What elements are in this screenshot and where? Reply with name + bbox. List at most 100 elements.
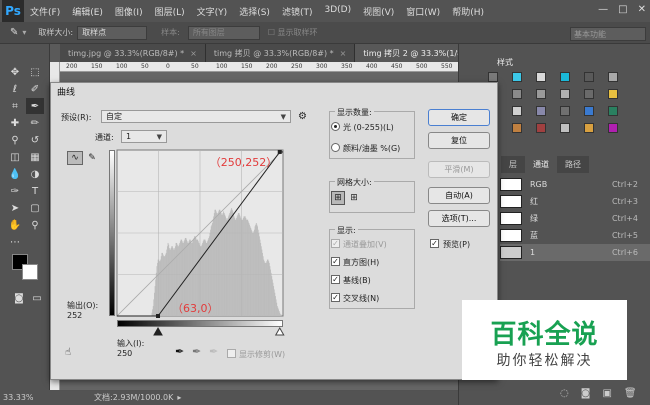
style-swatch[interactable] [512, 89, 522, 99]
close-window-button[interactable]: ✕ [638, 4, 646, 15]
curve-point-tool-icon[interactable]: ∿ [67, 151, 83, 165]
menu-item-9[interactable]: 窗口(W) [400, 5, 446, 18]
style-swatch[interactable] [536, 89, 546, 99]
white-eyedropper-icon[interactable]: ✒ [209, 345, 218, 358]
channel-row[interactable]: 红 Ctrl+3 [500, 193, 650, 210]
gradient-tool-icon[interactable]: ▦ [26, 149, 44, 165]
menu-item-1[interactable]: 编辑(E) [66, 5, 109, 18]
display-option-checkbox[interactable]: ✓ [331, 293, 340, 302]
lasso-tool-icon[interactable]: ℓ [6, 81, 24, 97]
sample-size-select[interactable]: 取样点 [77, 25, 148, 40]
style-swatch[interactable] [512, 106, 522, 116]
style-swatch[interactable] [608, 123, 618, 133]
channel-row[interactable]: 蓝 Ctrl+5 [500, 227, 650, 244]
save-selection-icon[interactable]: ◙ [581, 388, 591, 399]
path-select-icon[interactable]: ➤ [6, 200, 24, 216]
close-tab-icon[interactable]: × [340, 49, 347, 58]
minimize-button[interactable]: — [598, 4, 608, 15]
tab-channels-1[interactable]: 通道 [525, 156, 557, 173]
marquee-tool-icon[interactable]: ⬚ [26, 64, 44, 80]
tool-preset-dropdown-icon[interactable]: ▾ [22, 28, 26, 37]
style-swatch[interactable] [560, 106, 570, 116]
detailed-grid-icon[interactable]: ⊞ [347, 191, 361, 205]
output-value[interactable]: 252 [67, 311, 82, 320]
style-swatch[interactable] [536, 106, 546, 116]
black-eyedropper-icon[interactable]: ✒ [175, 345, 184, 358]
blur-tool-icon[interactable]: 💧 [6, 166, 24, 182]
style-swatch[interactable] [560, 89, 570, 99]
style-swatch[interactable] [512, 72, 522, 82]
load-channel-selection-icon[interactable]: ◌ [560, 388, 569, 399]
tab-channels-2[interactable]: 路径 [557, 156, 589, 173]
menu-item-5[interactable]: 选择(S) [233, 5, 276, 18]
style-swatch[interactable] [560, 72, 570, 82]
options-button[interactable]: 选项(T)... [428, 210, 490, 227]
shape-tool-icon[interactable]: ▢ [26, 200, 44, 216]
pencil-tool-icon[interactable]: ✎ [85, 151, 99, 165]
status-arrow-icon[interactable]: ▸ [177, 393, 181, 402]
document-tab-1[interactable]: timg 拷贝 @ 33.3%(RGB/8#) * × [205, 44, 356, 62]
style-swatch[interactable] [536, 123, 546, 133]
new-channel-icon[interactable]: ▣ [602, 388, 611, 399]
eyedropper-tool-icon[interactable]: ✒ [26, 98, 44, 114]
auto-button[interactable]: 自动(A) [428, 187, 490, 204]
style-swatch[interactable] [608, 72, 618, 82]
style-swatch[interactable] [608, 106, 618, 116]
tab-styles[interactable]: 样式 [489, 54, 521, 71]
style-swatch[interactable] [488, 72, 498, 82]
delete-channel-icon[interactable]: 🗑 [624, 388, 637, 399]
menu-item-3[interactable]: 图层(L) [149, 5, 191, 18]
smooth-button[interactable]: 平滑(M) [428, 161, 490, 178]
style-swatch[interactable] [584, 72, 594, 82]
zoom-level[interactable]: 33.33% [0, 390, 50, 405]
gray-eyedropper-icon[interactable]: ✒ [192, 345, 201, 358]
history-brush-icon[interactable]: ↺ [26, 132, 44, 148]
light-radio[interactable] [331, 122, 340, 131]
white-point-slider[interactable] [274, 327, 285, 336]
curve-control-point[interactable] [277, 149, 282, 154]
channel-row[interactable]: RGB Ctrl+2 [500, 176, 650, 193]
display-option-checkbox[interactable]: ✓ [331, 275, 340, 284]
style-swatch[interactable] [512, 123, 522, 133]
preview-checkbox[interactable]: ✓ [430, 239, 439, 248]
pigment-radio[interactable] [331, 143, 340, 152]
zoom-tool-icon[interactable]: ⚲ [26, 217, 44, 233]
style-swatch[interactable] [608, 89, 618, 99]
eraser-tool-icon[interactable]: ◫ [6, 149, 24, 165]
healing-brush-icon[interactable]: ✚ [6, 115, 24, 131]
show-clipping-checkbox[interactable] [227, 349, 236, 358]
quick-select-tool-icon[interactable]: ✐ [26, 81, 44, 97]
channel-select[interactable]: 1 ▼ [121, 130, 167, 143]
channel-row[interactable]: 绿 Ctrl+4 [500, 210, 650, 227]
document-tab-0[interactable]: timg.jpg @ 33.3%(RGB/8#) * × [60, 44, 206, 62]
eyedropper-tool-icon[interactable]: ✎ [10, 27, 18, 38]
quick-mask-icon[interactable]: ◙ [10, 290, 28, 306]
target-adjust-hand-icon[interactable]: ☝ [65, 347, 71, 358]
style-swatch[interactable] [584, 89, 594, 99]
input-value[interactable]: 250 [117, 349, 132, 358]
style-swatch[interactable] [560, 123, 570, 133]
sample-select[interactable]: 所有图层 [187, 25, 260, 40]
display-option-checkbox[interactable]: ✓ [331, 239, 340, 248]
menu-item-10[interactable]: 帮助(H) [446, 5, 490, 18]
stamp-tool-icon[interactable]: ⚲ [6, 132, 24, 148]
dodge-tool-icon[interactable]: ◑ [26, 166, 44, 182]
pen-tool-icon[interactable]: ✑ [6, 183, 24, 199]
hand-tool-icon[interactable]: ✋ [6, 217, 24, 233]
move-tool-icon[interactable]: ✥ [6, 64, 24, 80]
close-tab-icon[interactable]: × [190, 49, 197, 58]
crop-tool-icon[interactable]: ⌗ [6, 98, 24, 114]
curve-control-point[interactable] [156, 314, 161, 318]
menu-item-8[interactable]: 视图(V) [357, 5, 400, 18]
preset-options-gear-icon[interactable]: ⚙ [298, 111, 307, 122]
channel-row[interactable]: 1 Ctrl+6 [500, 244, 650, 261]
workspace-select[interactable]: 基本功能 [570, 27, 646, 41]
simple-grid-icon[interactable]: ⊞ [331, 191, 345, 205]
reset-button[interactable]: 复位 [428, 132, 490, 149]
screen-mode-icon[interactable]: ▭ [28, 290, 46, 306]
style-swatch[interactable] [536, 72, 546, 82]
menu-item-6[interactable]: 滤镜(T) [276, 5, 319, 18]
more-tools-icon[interactable]: ⋯ [6, 234, 24, 250]
ok-button[interactable]: 确定 [428, 109, 490, 126]
style-swatch[interactable] [584, 123, 594, 133]
